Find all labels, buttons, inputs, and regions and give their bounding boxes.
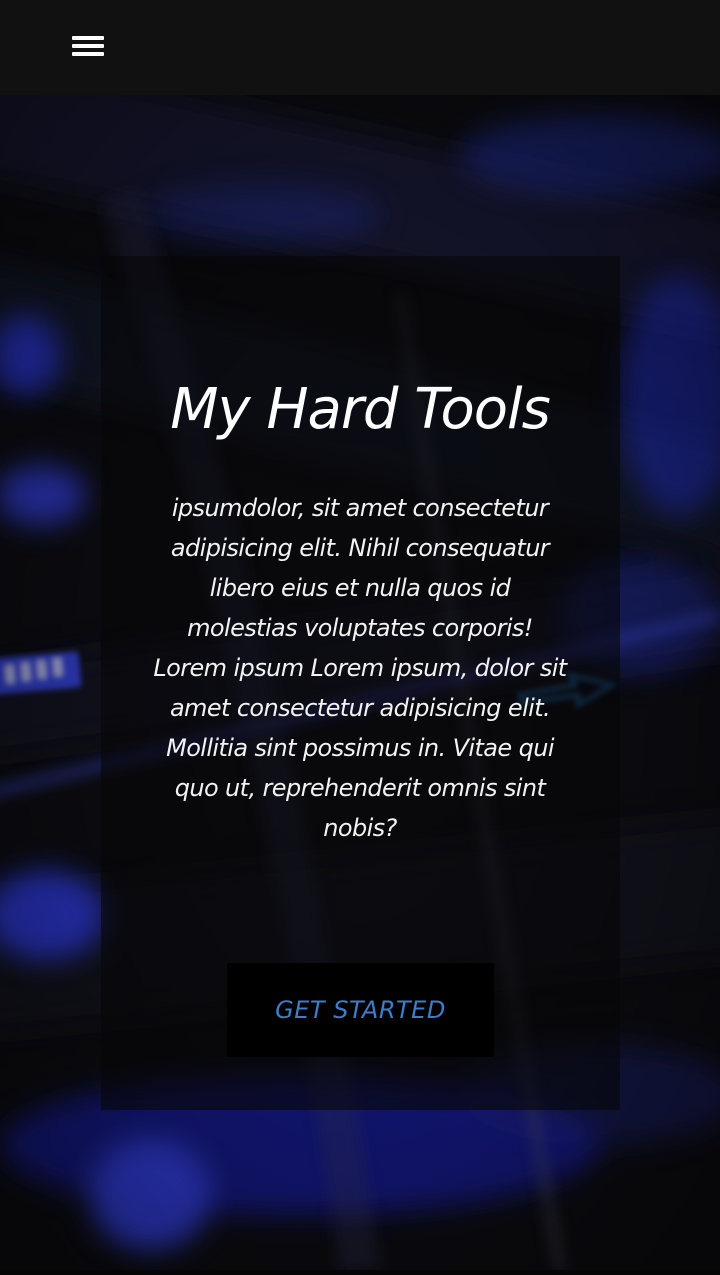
hero-description-line: nobis? xyxy=(323,814,397,842)
hero-description: ipsumdolor, sit amet consectetur adipisi… xyxy=(150,488,570,848)
hero-description-line: adipisicing elit. Nihil consequatur xyxy=(170,534,550,562)
bottom-edge xyxy=(0,1270,720,1275)
hero-description-line: Lorem ipsum Lorem ipsum, dolor sit xyxy=(153,654,567,682)
hamburger-menu-icon[interactable] xyxy=(70,32,106,60)
hero-description-line: libero eius et nulla quos id xyxy=(209,574,511,602)
hero-description-line: molestias voluptates corporis! xyxy=(187,614,533,642)
top-navbar xyxy=(0,0,720,95)
hero-description-line: Mollitia sint possimus in. Vitae qui xyxy=(166,734,554,762)
hero-title: My Hard Tools xyxy=(170,377,551,442)
get-started-button[interactable]: GET STARTED xyxy=(227,963,494,1057)
hero-description-line: ipsumdolor, sit amet consectetur xyxy=(171,494,549,522)
hero-description-line: amet consectetur adipisicing elit. xyxy=(169,694,551,722)
page: My Hard Tools ipsumdolor, sit amet conse… xyxy=(0,0,720,1275)
hero-description-line: quo ut, reprehenderit omnis sint xyxy=(174,774,546,802)
